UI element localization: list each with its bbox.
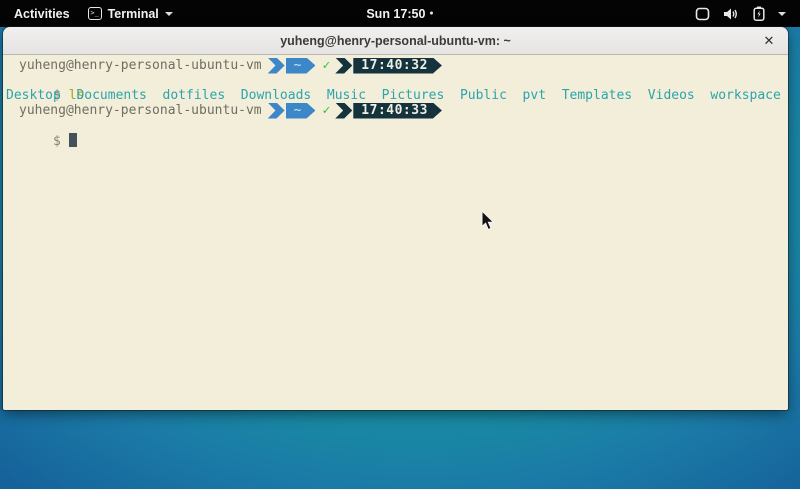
status-check-icon: ✓: [322, 103, 330, 118]
powerline-chevron-icon: [268, 103, 285, 119]
notification-dot-icon: ●: [429, 10, 433, 17]
top-bar: Activities >_ Terminal Sun 17:50 ●: [0, 0, 800, 27]
ls-output: Desktop Documents dotfiles Downloads Mus…: [6, 88, 786, 103]
app-menu-label: Terminal: [108, 7, 159, 21]
powerline-chevron-icon: [335, 103, 352, 119]
prompt-line: yuheng@henry-personal-ubuntu-vm ~ ✓ 17:40:3…: [6, 58, 786, 73]
screen-icon: [695, 7, 710, 21]
close-button[interactable]: ✕: [758, 27, 780, 55]
prompt-symbol: $: [53, 134, 61, 149]
clock-label: Sun 17:50: [366, 7, 425, 21]
powerline-chevron-icon: [268, 58, 285, 74]
prompt-user: yuheng@henry-personal-ubuntu-vm: [19, 103, 262, 118]
text-cursor: [69, 133, 77, 147]
status-check-icon: ✓: [322, 58, 330, 73]
desktop: { "topbar": { "activities_label": "Activ…: [0, 0, 800, 489]
cwd-badge: ~: [286, 103, 316, 119]
battery-charging-icon: [753, 6, 765, 21]
powerline-chevron-icon: [335, 58, 352, 74]
caret-down-icon: [778, 12, 786, 16]
input-line[interactable]: $: [6, 118, 786, 133]
window-titlebar[interactable]: yuheng@henry-personal-ubuntu-vm: ~ ✕: [3, 27, 788, 55]
prompt-line: yuheng@henry-personal-ubuntu-vm ~ ✓ 17:40:3…: [6, 103, 786, 118]
mouse-pointer-icon: [481, 210, 495, 231]
command-line: $ls: [6, 73, 786, 88]
window-title: yuheng@henry-personal-ubuntu-vm: ~: [280, 34, 511, 48]
time-badge: 17:40:33: [353, 103, 442, 119]
time-badge: 17:40:32: [353, 58, 442, 74]
activities-button[interactable]: Activities: [10, 5, 74, 23]
terminal-window: yuheng@henry-personal-ubuntu-vm: ~ ✕ yuh…: [3, 27, 788, 410]
app-menu-button[interactable]: >_ Terminal: [88, 7, 173, 21]
prompt-user: yuheng@henry-personal-ubuntu-vm: [19, 58, 262, 73]
chevron-down-icon: [165, 12, 173, 16]
cwd-badge: ~: [286, 58, 316, 74]
system-status-area[interactable]: [695, 0, 800, 27]
terminal-app-icon: >_: [88, 7, 102, 20]
terminal-content[interactable]: yuheng@henry-personal-ubuntu-vm ~ ✓ 17:40:3…: [3, 55, 788, 410]
volume-icon: [723, 7, 740, 21]
